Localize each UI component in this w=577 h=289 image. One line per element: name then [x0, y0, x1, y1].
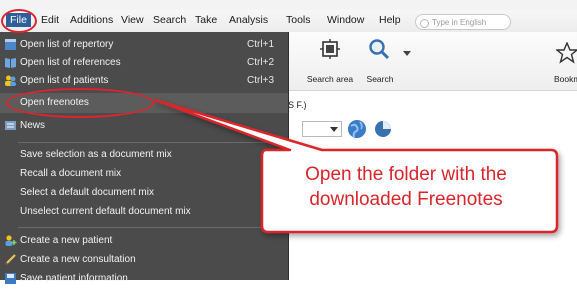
menu-additions[interactable]: Additions: [70, 14, 113, 26]
menu-item-label: Save patient information: [20, 273, 128, 284]
patients-icon: [5, 75, 16, 86]
annotation-ellipse-freenotes: [6, 88, 154, 118]
search-area-button[interactable]: Search area: [304, 36, 356, 86]
menu-item-unselect-default-mix[interactable]: Unselect current default document mix: [0, 202, 288, 222]
menu-item-save-patient-info[interactable]: Save patient information: [0, 269, 288, 289]
file-menu-dropdown: Open list of repertory Ctrl+1 Open list …: [0, 32, 289, 284]
search-area-icon: [320, 39, 340, 59]
menu-item-create-patient[interactable]: Create a new patient: [0, 231, 288, 251]
menu-item-open-patients[interactable]: Open list of patients Ctrl+3: [0, 71, 288, 91]
menu-item-select-default-mix[interactable]: Select a default document mix: [0, 183, 288, 203]
menu-analysis[interactable]: Analysis: [229, 14, 268, 26]
save-icon: [5, 273, 16, 284]
consultation-icon: [5, 254, 16, 265]
bookmark-button[interactable]: Bookmar: [554, 36, 577, 86]
menu-item-label: Create a new consultation: [20, 254, 136, 265]
menu-item-label: Create a new patient: [20, 235, 113, 246]
menu-item-open-references[interactable]: Open list of references Ctrl+2: [0, 53, 288, 73]
repertory-icon: [5, 39, 16, 50]
magnifier-icon: [369, 39, 390, 60]
menu-separator: [18, 142, 286, 143]
partial-text: S F.): [288, 100, 307, 110]
menu-take[interactable]: Take: [195, 14, 217, 26]
menu-item-create-consultation[interactable]: Create a new consultation: [0, 250, 288, 270]
annotation-ellipse-file: [1, 9, 37, 33]
news-icon: [5, 121, 16, 130]
menu-separator: [18, 227, 286, 228]
new-patient-icon: [5, 235, 17, 246]
bookmark-label: Bookmar: [554, 74, 577, 84]
menu-item-label: Select a default document mix: [20, 187, 154, 198]
search-label: Search: [366, 74, 394, 84]
menu-item-label: Recall a document mix: [20, 168, 122, 179]
menu-item-label: Unselect current default document mix: [20, 206, 191, 217]
pie-chart-icon[interactable]: [373, 119, 393, 139]
search-placeholder: Type in English: [432, 18, 487, 27]
menu-item-label: News: [20, 120, 46, 131]
callout-text: Open the folder with the downloaded Free…: [258, 162, 554, 212]
callout-line-2: downloaded Freenotes: [309, 189, 503, 210]
star-icon: [556, 42, 577, 64]
menu-window[interactable]: Window: [327, 14, 364, 26]
shortcut-label: Ctrl+2: [247, 57, 274, 68]
toolbar: Search area Search Bookmar: [288, 32, 577, 91]
menu-item-label: Open list of patients: [20, 75, 109, 86]
menu-view[interactable]: View: [121, 14, 144, 26]
menu-item-save-document-mix[interactable]: Save selection as a document mix: [0, 145, 288, 165]
window-top-strip: [0, 0, 577, 10]
search-input[interactable]: Type in English: [415, 14, 511, 30]
menu-search[interactable]: Search: [153, 14, 186, 26]
search-field-icon: [420, 19, 429, 28]
menu-item-news[interactable]: News: [0, 116, 288, 136]
menu-item-open-repertory[interactable]: Open list of repertory Ctrl+1: [0, 35, 288, 55]
search-area-label: Search area: [306, 74, 354, 84]
globe-icon[interactable]: [346, 118, 368, 140]
chevron-down-icon: [330, 127, 338, 132]
menu-tools[interactable]: Tools: [286, 14, 311, 26]
menu-help[interactable]: Help: [379, 14, 401, 26]
dropdown-select[interactable]: [302, 121, 342, 137]
menu-edit[interactable]: Edit: [41, 14, 59, 26]
menu-item-label: Open list of repertory: [20, 39, 114, 50]
menu-item-recall-document-mix[interactable]: Recall a document mix: [0, 164, 288, 184]
menu-item-label: Open list of references: [20, 57, 121, 68]
callout-line-1: Open the folder with the: [305, 164, 507, 185]
chevron-down-icon[interactable]: [403, 51, 411, 57]
menu-item-label: Save selection as a document mix: [20, 149, 172, 160]
search-button[interactable]: Search: [360, 36, 400, 86]
book-icon: [5, 58, 16, 68]
shortcut-label: Ctrl+1: [247, 39, 274, 50]
shortcut-label: Ctrl+3: [247, 75, 274, 86]
